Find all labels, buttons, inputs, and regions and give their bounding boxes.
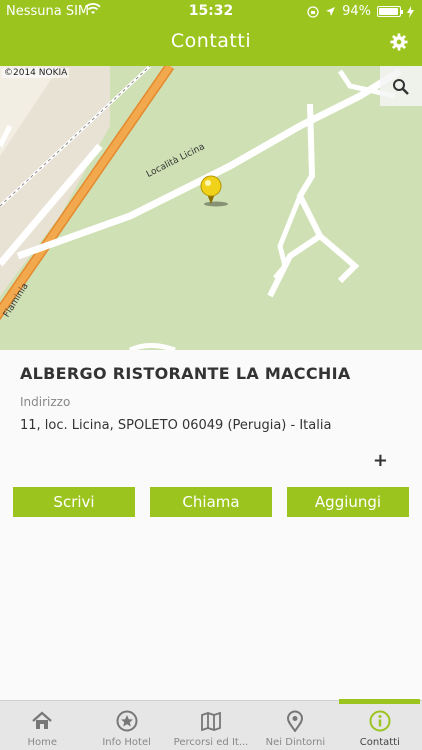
home-icon (32, 711, 52, 729)
status-bar: Nessuna SIM 15:32 94% (0, 0, 422, 22)
tab-nearby[interactable]: Nei Dintorni (253, 701, 337, 750)
tab-label: Home (27, 737, 57, 748)
gear-icon[interactable] (390, 33, 408, 51)
location-pin-icon (287, 710, 304, 732)
info-icon (369, 710, 391, 732)
add-contact-button[interactable]: Aggiungi (287, 487, 409, 517)
magnifier-icon (393, 79, 409, 95)
map-pin-icon[interactable] (194, 174, 230, 210)
tab-label: Contatti (359, 737, 400, 748)
map-zoom-button[interactable] (380, 66, 422, 106)
map-view[interactable]: ©2014 NOKIA Località Licina Flaminia (0, 66, 422, 350)
action-buttons: Scrivi Chiama Aggiungi (13, 487, 409, 517)
call-button[interactable]: Chiama (150, 487, 272, 517)
charging-icon (407, 5, 414, 18)
tab-label: Percorsi ed It... (173, 737, 249, 748)
write-button[interactable]: Scrivi (13, 487, 135, 517)
map-icon (201, 711, 221, 732)
tab-home[interactable]: Home (0, 701, 84, 750)
tab-bar: Home Info Hotel Percorsi ed It... Nei Di… (0, 699, 422, 750)
star-badge-icon (116, 710, 138, 732)
battery-percent: 94% (342, 4, 371, 19)
tab-contacts[interactable]: Contatti (338, 701, 422, 750)
hotel-name: ALBERGO RISTORANTE LA MACCHIA (20, 364, 351, 383)
lock-rotation-icon (307, 5, 319, 18)
location-arrow-icon (326, 7, 336, 16)
map-copyright: ©2014 NOKIA (2, 68, 70, 78)
address-value: 11, loc. Licina, SPOLETO 06049 (Perugia)… (20, 418, 332, 433)
tab-routes[interactable]: Percorsi ed It... (169, 701, 253, 750)
page-title: Contatti (170, 30, 252, 52)
tab-label: Info Hotel (102, 737, 151, 748)
tab-label: Nei Dintorni (265, 737, 326, 748)
tab-info-hotel[interactable]: Info Hotel (84, 701, 168, 750)
address-label: Indirizzo (20, 395, 71, 409)
top-bar: Nessuna SIM 15:32 94% Contatti (0, 0, 422, 66)
battery-icon (377, 6, 403, 17)
expand-button[interactable]: + (373, 450, 388, 471)
